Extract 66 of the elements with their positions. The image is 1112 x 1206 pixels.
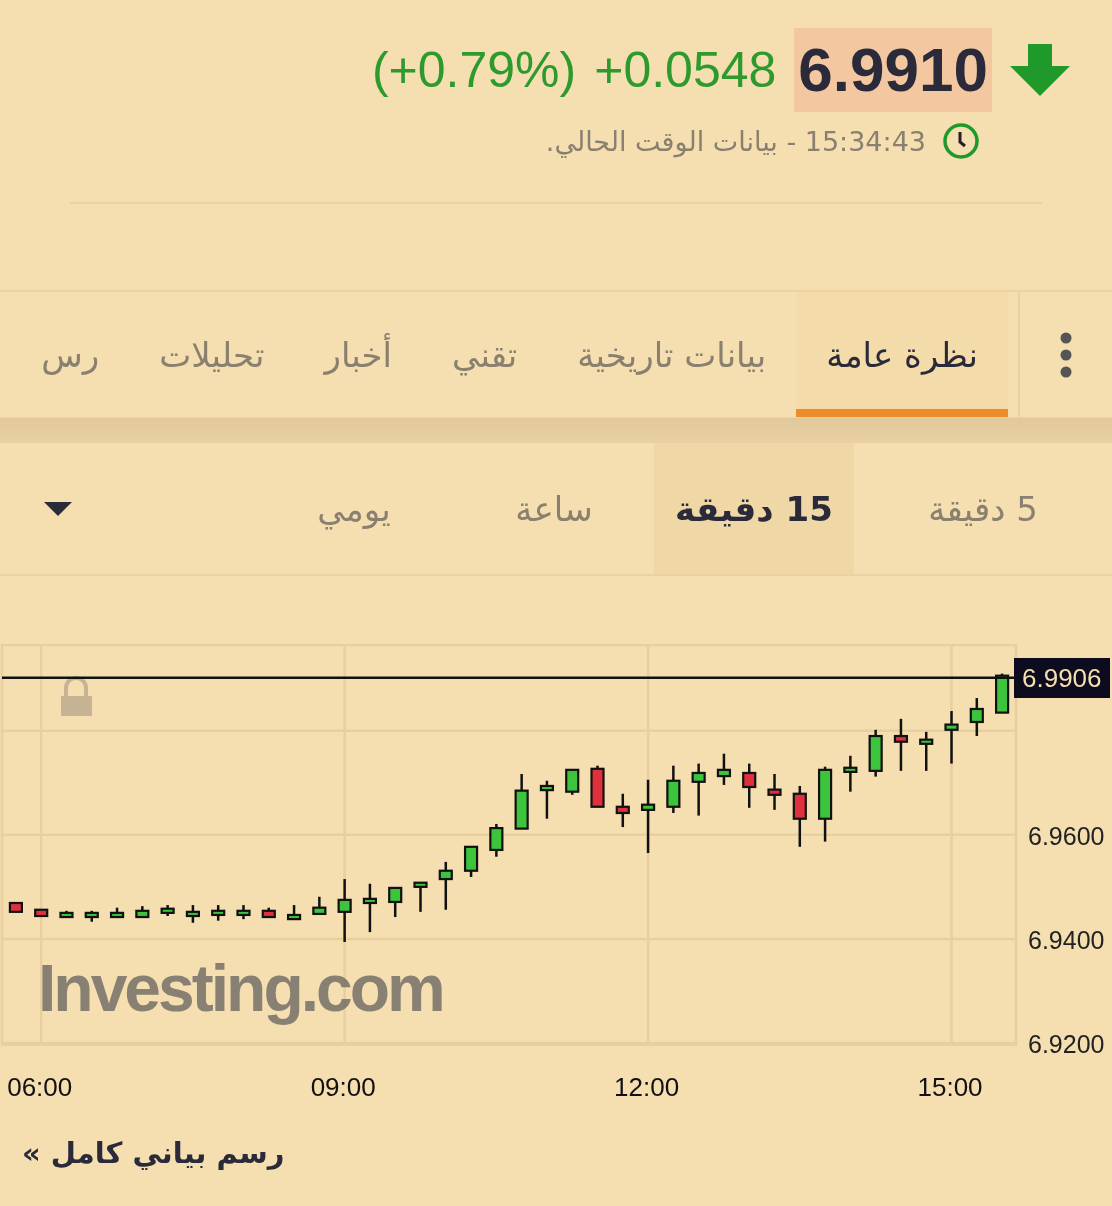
tab[interactable]: تحليلات [129,292,295,417]
candle [792,785,807,847]
y-axis-label: 6.9200 [1028,1028,1105,1059]
candle [742,763,757,808]
candle [261,907,276,919]
price-value: 6.9910 [794,28,992,112]
candle [716,753,732,785]
tab[interactable]: نظرة عامة [796,292,1008,417]
tab[interactable]: تقني [422,292,548,417]
menu-icon [1060,331,1072,378]
interval-tab[interactable]: يومي [254,443,454,574]
candle [312,896,327,915]
candle [109,907,125,919]
candle [514,774,529,830]
y-axis-label: 6.9400 [1028,924,1105,955]
chart-logo: Investing.com [38,950,443,1026]
candle [666,765,681,813]
x-axis-label: 12:00 [614,1072,680,1103]
clock-icon [942,122,980,160]
candle [185,905,200,923]
lock-icon [61,676,92,716]
candle [463,845,479,877]
candle [135,906,150,919]
candle [337,879,352,942]
candle [8,901,23,913]
candle [767,774,782,810]
candle [843,755,858,792]
candle [489,823,504,857]
candle [438,861,453,910]
candle [691,763,706,816]
full-chart-link[interactable]: رسم بياني كامل » [22,1136,285,1170]
tab[interactable]: أخبار [294,292,423,417]
interval-tab[interactable]: ساعة [454,443,654,574]
candle [236,905,251,920]
candle [362,883,378,933]
candle [615,793,630,828]
x-axis-label: 09:00 [310,1072,376,1103]
candle [969,698,984,737]
candle [286,905,302,921]
candle [539,780,555,819]
candle [388,886,403,918]
x-axis-label: 06:00 [7,1072,73,1103]
candle [919,731,934,771]
tab[interactable]: بيانات تاريخية [547,292,797,417]
candle [893,718,909,771]
timestamp-text: 15:34:43 - بيانات الوقت الحالي. [545,125,926,157]
candle [995,673,1010,714]
candle [413,881,428,912]
price-change: +0.0548 [594,41,777,99]
candle [59,910,74,919]
x-axis-label: 15:00 [917,1072,983,1103]
candle [84,910,99,922]
caret-icon [44,501,72,516]
candle [34,908,49,918]
interval-tab[interactable]: 15 دقيقة [654,443,854,574]
candle [868,729,883,777]
tab[interactable]: رس [11,292,130,417]
y-axis-label: 6.9600 [1028,820,1105,851]
interval-tab[interactable]: 5 دقيقة [854,443,1112,574]
candle [590,765,605,808]
current-price-label: 6.9906 [1014,658,1110,698]
percent-change: (+0.79%) [371,41,577,99]
candle [565,768,580,795]
candle [160,905,175,916]
down-arrow-icon [1010,44,1070,96]
candle [944,711,959,764]
